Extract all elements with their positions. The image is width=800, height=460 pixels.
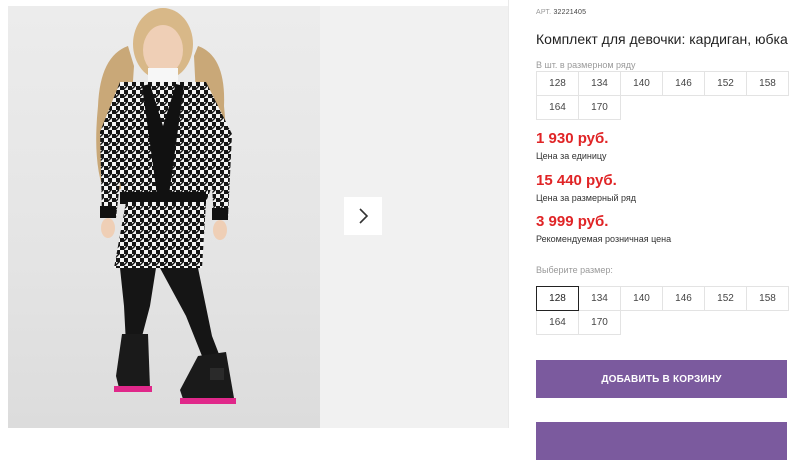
size-option[interactable]: 164	[536, 310, 579, 335]
product-info: АРТ. 32221405 Комплект для девочки: кард…	[536, 0, 800, 460]
size-option[interactable]: 152	[704, 286, 747, 311]
product-gallery	[0, 0, 508, 428]
pack-price-caption: Цена за размерный ряд	[536, 193, 637, 203]
size-option[interactable]: 170	[578, 310, 621, 335]
pack-size-cell: 158	[746, 71, 789, 96]
pack-price: 15 440 руб.	[536, 172, 617, 189]
pack-size-cell: 170	[578, 95, 621, 120]
pack-size-cell: 152	[704, 71, 747, 96]
size-option-selected[interactable]: 128	[536, 286, 579, 311]
product-sku: АРТ. 32221405	[536, 9, 586, 16]
size-option[interactable]: 146	[662, 286, 705, 311]
size-option[interactable]: 158	[746, 286, 789, 311]
unit-price-caption: Цена за единицу	[536, 151, 607, 161]
pack-size-cell: 134	[578, 71, 621, 96]
unit-price: 1 930 руб.	[536, 130, 609, 147]
pack-sizes-label: В шт. в размерном ряду	[536, 60, 636, 70]
pack-size-cell: 164	[536, 95, 579, 120]
add-to-cart-button[interactable]: ДОБАВИТЬ В КОРЗИНУ	[536, 360, 787, 398]
pack-size-cell: 140	[620, 71, 663, 96]
product-photo-image	[96, 8, 236, 404]
sku-prefix: АРТ.	[536, 9, 552, 16]
size-option[interactable]: 140	[620, 286, 663, 311]
product-photo[interactable]	[8, 6, 320, 428]
size-select-label: Выберите размер:	[536, 265, 613, 275]
product-title: Комплект для девочки: кардиган, юбка	[536, 31, 788, 47]
next-photo-button[interactable]	[344, 197, 382, 235]
size-option[interactable]: 134	[578, 286, 621, 311]
sku-value: 32221405	[553, 9, 587, 16]
pack-size-cell: 146	[662, 71, 705, 96]
pack-size-cell: 128	[536, 71, 579, 96]
retail-price-caption: Рекомендуемая розничная цена	[536, 234, 672, 244]
chevron-right-icon	[359, 208, 369, 224]
panel-divider	[508, 0, 509, 428]
retail-price: 3 999 руб.	[536, 213, 609, 230]
